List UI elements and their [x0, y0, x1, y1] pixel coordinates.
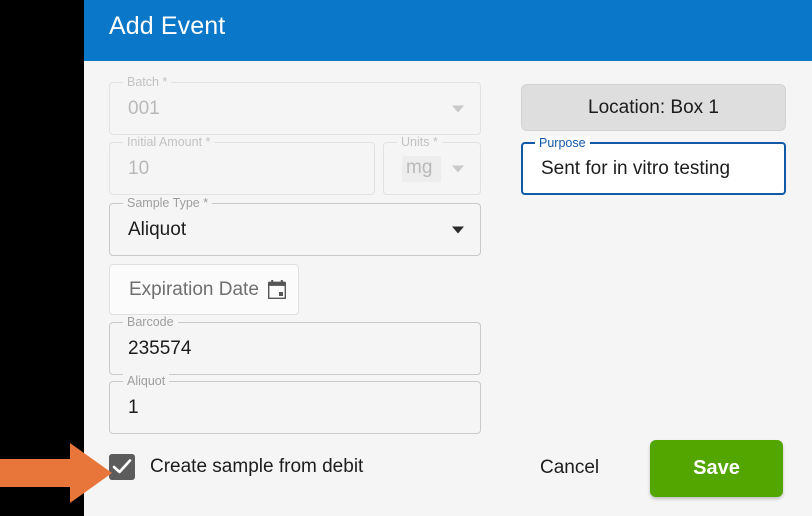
aliquot-value: 1 — [128, 396, 139, 418]
purpose-value: Sent for in vitro testing — [541, 157, 731, 179]
sample-type-select[interactable]: Sample Type * Aliquot — [109, 196, 481, 256]
save-button[interactable]: Save — [650, 440, 783, 497]
location-button[interactable]: Location: Box 1 — [521, 84, 786, 131]
expiration-date-input[interactable]: Expiration Date — [109, 264, 299, 315]
calendar-icon[interactable] — [267, 280, 286, 299]
units-select[interactable]: Units * mg — [383, 135, 481, 195]
barcode-input[interactable]: Barcode 235574 — [109, 315, 481, 375]
add-event-dialog: Add Event Batch * 001 Initial Amount * 1… — [84, 0, 812, 516]
create-sample-from-debit-label: Create sample from debit — [150, 456, 364, 477]
chevron-down-icon — [452, 226, 464, 233]
aliquot-input[interactable]: Aliquot 1 — [109, 374, 481, 434]
sample-type-label: Sample Type * — [123, 196, 213, 210]
batch-select[interactable]: Batch * 001 — [109, 75, 481, 135]
page-title: Add Event — [109, 12, 226, 40]
create-sample-from-debit-row[interactable]: Create sample from debit — [109, 454, 363, 480]
left-black-rail — [0, 0, 84, 516]
cancel-button[interactable]: Cancel — [540, 457, 599, 479]
purpose-input[interactable]: Purpose Sent for in vitro testing — [521, 136, 786, 195]
expiration-date-placeholder: Expiration Date — [129, 278, 259, 300]
purpose-label: Purpose — [535, 136, 590, 150]
chevron-down-icon — [452, 165, 464, 172]
check-icon — [112, 459, 132, 474]
initial-amount-label: Initial Amount * — [123, 135, 215, 149]
aliquot-label: Aliquot — [123, 374, 170, 388]
batch-value: 001 — [128, 97, 160, 119]
initial-amount-value: 10 — [128, 157, 150, 179]
create-sample-from-debit-checkbox[interactable] — [109, 454, 135, 480]
sample-type-value: Aliquot — [128, 218, 187, 240]
chevron-down-icon — [452, 105, 464, 112]
units-label: Units * — [397, 135, 442, 149]
dialog-header: Add Event — [84, 0, 812, 61]
units-value: mg — [402, 155, 442, 182]
barcode-label: Barcode — [123, 315, 178, 329]
initial-amount-input[interactable]: Initial Amount * 10 — [109, 135, 375, 195]
barcode-value: 235574 — [128, 337, 192, 359]
batch-label: Batch * — [123, 75, 172, 89]
